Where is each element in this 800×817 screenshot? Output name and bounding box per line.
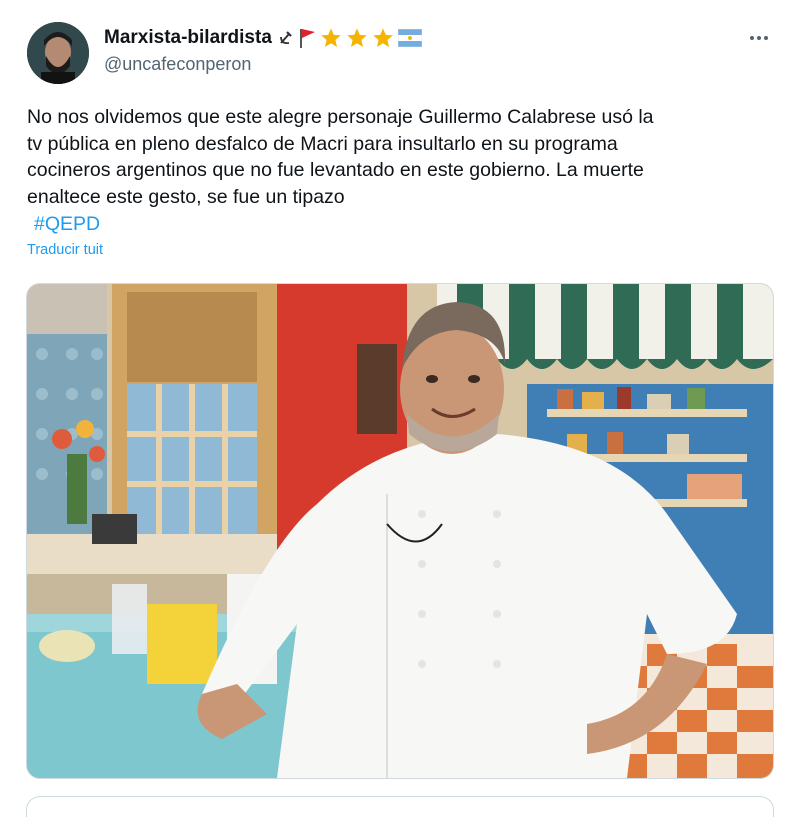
quoted-card-edge <box>26 796 774 817</box>
tweet-card: Marxista-bilardista @uncafeconperon No n… <box>0 0 800 817</box>
star-icon <box>320 27 342 49</box>
name-row: Marxista-bilardista <box>104 24 780 52</box>
chef-photo-illustration <box>27 284 773 778</box>
tweet-text: No nos olvidemos que este alegre persona… <box>27 106 654 208</box>
hammer-sickle-icon <box>278 29 294 47</box>
user-handle[interactable]: @uncafeconperon <box>104 54 780 75</box>
more-dot <box>764 36 768 40</box>
red-flag-icon <box>298 27 316 49</box>
more-dot <box>757 36 761 40</box>
badge-row <box>278 27 423 49</box>
hashtag-link[interactable]: #QEPD <box>34 213 100 236</box>
star-icon <box>346 27 368 49</box>
display-name[interactable]: Marxista-bilardista <box>104 27 272 49</box>
more-dot <box>750 36 754 40</box>
argentina-flag-icon <box>397 28 423 48</box>
translate-link[interactable]: Traducir tuit <box>27 242 103 258</box>
avatar-image <box>27 22 89 84</box>
star-icon <box>372 27 394 49</box>
tweet-header: Marxista-bilardista @uncafeconperon <box>104 24 780 78</box>
avatar[interactable] <box>27 22 89 84</box>
tweet-photo[interactable] <box>26 283 774 779</box>
more-options-icon[interactable] <box>746 30 772 46</box>
